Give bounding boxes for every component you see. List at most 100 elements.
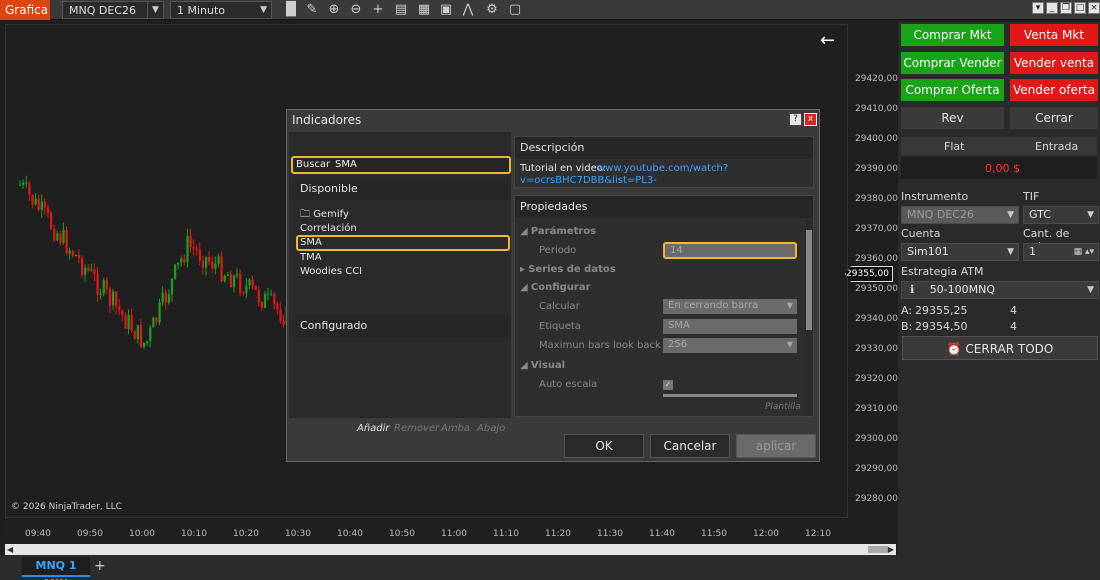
remove-button[interactable]: Remover bbox=[394, 423, 439, 434]
candle-body bbox=[115, 291, 118, 307]
maximize-icon[interactable]: □ bbox=[1074, 2, 1086, 14]
buy-market-button[interactable]: Comprar Mkt bbox=[901, 24, 1004, 46]
sell-offer-button[interactable]: Vender oferta bbox=[1010, 79, 1098, 101]
list-item-gemify[interactable]: 🗀 Gemify bbox=[300, 207, 349, 224]
period-selector[interactable]: 1 Minuto ▼ bbox=[170, 1, 272, 19]
chart-trader-icon[interactable]: ▢ bbox=[507, 2, 523, 18]
buy-sell-button[interactable]: Comprar Vender bbox=[901, 52, 1004, 74]
scrollbar-thumb[interactable] bbox=[868, 546, 888, 553]
chevron-down-icon: ▼ bbox=[786, 301, 793, 310]
calculate-select[interactable]: En cerrando barra ▼ bbox=[663, 299, 797, 314]
restore-icon[interactable]: ❐ bbox=[1060, 2, 1072, 14]
list-item[interactable]: Correlación bbox=[300, 223, 357, 234]
crosshair-icon[interactable]: + bbox=[370, 2, 386, 18]
tab-mnq-1-min[interactable]: MNQ 1 MIN bbox=[22, 557, 90, 580]
tif-label: TIF bbox=[1023, 190, 1040, 203]
back-arrow-icon[interactable]: ← bbox=[820, 32, 835, 50]
instrument-label: Instrumento bbox=[901, 190, 969, 203]
label-input[interactable]: SMA bbox=[663, 319, 797, 334]
horizontal-scrollbar[interactable]: ◀ ▶ bbox=[5, 544, 896, 555]
account-select[interactable]: Sim101 ▼ bbox=[901, 243, 1019, 261]
apply-button[interactable]: aplicar bbox=[736, 434, 816, 458]
candle-body bbox=[81, 257, 84, 275]
close-icon[interactable]: × bbox=[1088, 2, 1100, 14]
period-input[interactable]: 14 bbox=[663, 242, 797, 259]
candle-body bbox=[112, 291, 115, 306]
vertical-scrollbar[interactable] bbox=[805, 220, 813, 416]
candle-body bbox=[251, 279, 254, 286]
hscroll-track[interactable] bbox=[663, 394, 797, 397]
close-icon[interactable]: x bbox=[804, 113, 817, 126]
candle-body bbox=[217, 256, 220, 264]
scrollbar-thumb[interactable] bbox=[806, 230, 812, 330]
buy-offer-button[interactable]: Comprar Oferta bbox=[901, 79, 1004, 101]
add-tab-icon[interactable]: + bbox=[94, 558, 108, 574]
calculator-icon[interactable]: ▦ ▴▾ bbox=[1074, 244, 1094, 260]
parameters-group[interactable]: ◢ Parámetros bbox=[520, 226, 596, 237]
indicators-icon[interactable]: ⋀ bbox=[460, 2, 476, 18]
close-position-button[interactable]: Cerrar bbox=[1010, 107, 1098, 129]
time-tick-label: 11:00 bbox=[441, 529, 467, 539]
move-down-button[interactable]: Abajo bbox=[477, 423, 505, 434]
instrument-selector[interactable]: MNQ DEC26 ▼ bbox=[62, 1, 164, 19]
chart-toolbar: Grafica MNQ DEC26 ▼ 1 Minuto ▼ ▐▌ ✎ ⊕ ⊖ … bbox=[0, 0, 1100, 20]
candle-body bbox=[143, 342, 146, 348]
tutorial-link[interactable]: www.youtube.com/watch? bbox=[597, 163, 728, 174]
close-all-button[interactable]: ⏰ CERRAR TODO bbox=[902, 336, 1098, 360]
ask-price: 29355,25 bbox=[915, 304, 968, 317]
candle-body bbox=[180, 258, 183, 263]
instrument-field: MNQ DEC26 ▼ bbox=[901, 206, 1019, 224]
search-input[interactable]: Buscar SMA bbox=[291, 156, 511, 174]
scroll-left-icon[interactable]: ◀ bbox=[7, 545, 13, 554]
tutorial-link-cont[interactable]: v=ocrsBHC7DBB&list=PL3- bbox=[520, 175, 657, 186]
candle-body bbox=[149, 327, 152, 342]
add-button[interactable]: Añadir bbox=[357, 423, 390, 434]
list-item[interactable]: TMA bbox=[300, 252, 322, 263]
candle-body bbox=[242, 292, 245, 294]
zoom-out-icon[interactable]: ⊖ bbox=[348, 2, 364, 18]
data-series-label: Series de datos bbox=[528, 264, 616, 275]
time-tick-label: 11:20 bbox=[545, 529, 571, 539]
candle-body bbox=[223, 275, 226, 282]
time-tick-label: 10:20 bbox=[233, 529, 259, 539]
draw-icon[interactable]: ✎ bbox=[304, 2, 320, 18]
template-link[interactable]: Plantilla bbox=[765, 402, 801, 412]
help-icon[interactable]: ? bbox=[789, 113, 802, 126]
info-icon[interactable]: ℹ bbox=[910, 283, 914, 296]
template-icon[interactable]: ▦ bbox=[416, 2, 432, 18]
pnl-value: 0,00 $ bbox=[985, 162, 1020, 175]
data-series-group[interactable]: ▸ Series de datos bbox=[520, 264, 616, 275]
ok-button[interactable]: OK bbox=[564, 434, 644, 458]
scroll-right-icon[interactable]: ▶ bbox=[888, 545, 894, 554]
window-menu-icon[interactable]: ▾ bbox=[1032, 2, 1044, 14]
bar-type-icon[interactable]: ▐▌ bbox=[281, 2, 301, 18]
chart-tab[interactable]: Grafica bbox=[0, 0, 50, 20]
strategy-icon[interactable]: ⚙ bbox=[484, 2, 500, 18]
move-up-button[interactable]: Amba bbox=[441, 423, 470, 434]
chevron-down-icon: ▼ bbox=[786, 340, 793, 349]
tif-select[interactable]: GTC ▼ bbox=[1023, 206, 1099, 224]
cancel-button[interactable]: Cancelar bbox=[650, 434, 730, 458]
sell-sell-button[interactable]: Vender venta bbox=[1010, 52, 1098, 74]
properties-icon[interactable]: ▤ bbox=[393, 2, 409, 18]
maxbars-select[interactable]: 256 ▼ bbox=[663, 338, 797, 353]
chevron-down-icon[interactable]: ▼ bbox=[147, 2, 163, 18]
time-axis[interactable]: 09:40 09:50 10:00 10:10 10:20 10:30 10:40 10:50… bbox=[5, 519, 848, 543]
list-item-sma[interactable]: SMA bbox=[300, 237, 322, 248]
candle-body bbox=[267, 293, 270, 295]
list-item[interactable]: Woodies CCI bbox=[300, 266, 362, 277]
atm-strategy-select[interactable]: ℹ 50-100MNQ ▼ bbox=[901, 281, 1099, 299]
zoom-in-icon[interactable]: ⊕ bbox=[326, 2, 342, 18]
reverse-button[interactable]: Rev bbox=[901, 107, 1004, 129]
properties-panel: Propiedades ◢ Parámetros Periodo 14 ▸ Se… bbox=[514, 195, 814, 417]
visual-group[interactable]: ◢ Visual bbox=[520, 360, 565, 371]
configure-group[interactable]: ◢ Configurar bbox=[520, 282, 591, 293]
data-box-icon[interactable]: ▣ bbox=[438, 2, 454, 18]
quantity-stepper[interactable]: 1 ▦ ▴▾ bbox=[1023, 243, 1099, 261]
candle-body bbox=[260, 301, 263, 308]
minimize-icon[interactable]: _ bbox=[1046, 2, 1058, 14]
search-value: SMA bbox=[335, 159, 357, 170]
autoscale-checkbox[interactable]: ✓ bbox=[663, 380, 673, 390]
sell-market-button[interactable]: Venta Mkt bbox=[1010, 24, 1098, 46]
candle-body bbox=[84, 267, 87, 275]
